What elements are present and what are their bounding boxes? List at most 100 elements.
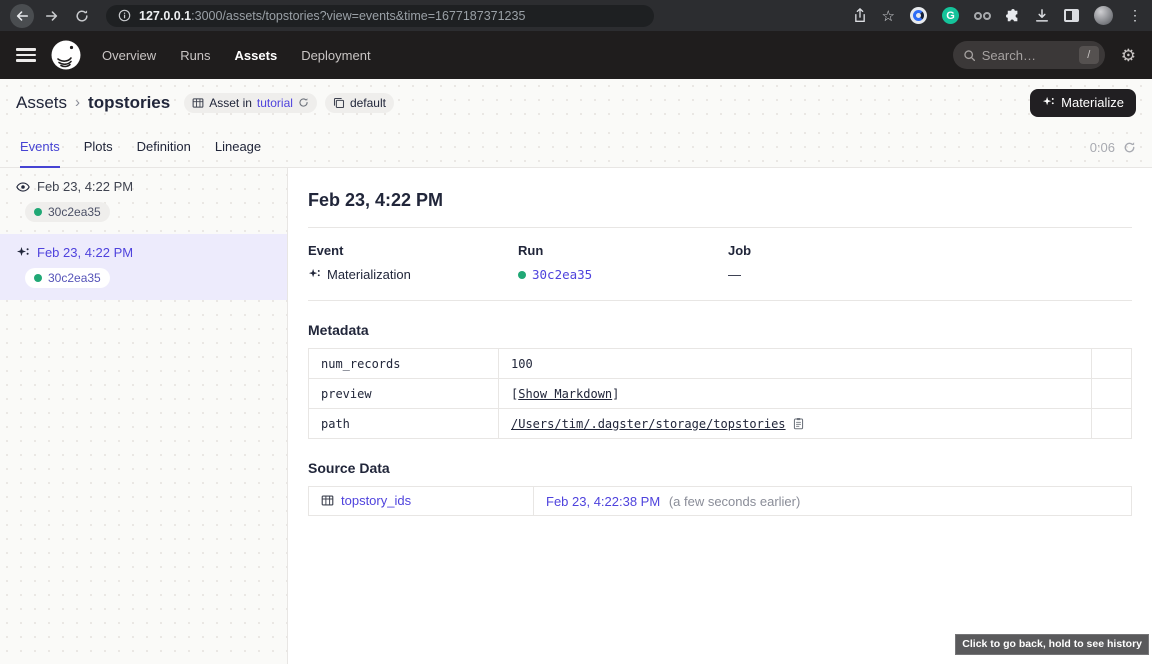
extensions-puzzle-icon[interactable] <box>1006 9 1020 23</box>
asset-job-tag-prefix: Asset in <box>209 96 252 110</box>
asset-group-tag[interactable]: default <box>325 93 394 113</box>
breadcrumb-assets-link[interactable]: Assets <box>16 93 67 113</box>
search-input[interactable]: Search… / <box>953 41 1105 69</box>
source-time-cell: Feb 23, 4:22:38 PM (a few seconds earlie… <box>534 487 1132 516</box>
event-timestamp: Feb 23, 4:22 PM <box>37 245 133 260</box>
extension-grammarly-icon[interactable]: G <box>942 7 959 24</box>
materialize-button[interactable]: Materialize <box>1030 89 1136 117</box>
share-icon[interactable] <box>853 8 867 23</box>
tab-events[interactable]: Events <box>20 139 60 168</box>
browser-reload-button[interactable] <box>70 4 94 28</box>
event-list-item-materialization[interactable]: Feb 23, 4:22 PM 30c2ea35 <box>0 234 287 300</box>
source-timestamp[interactable]: Feb 23, 4:22:38 PM <box>546 494 660 509</box>
run-id: 30c2ea35 <box>48 205 101 219</box>
search-shortcut-badge: / <box>1079 46 1099 64</box>
refresh-timer: 0:06 <box>1090 140 1136 155</box>
metadata-heading: Metadata <box>308 322 1132 338</box>
event-type-value: Materialization <box>327 267 411 282</box>
copy-stack-icon <box>333 97 345 109</box>
browser-chrome: 127.0.0.1:3000/assets/topstories?view=ev… <box>0 0 1152 31</box>
site-info-icon[interactable] <box>118 9 131 22</box>
run-id-tag[interactable]: 30c2ea35 <box>25 268 110 288</box>
extension-icon-1[interactable] <box>910 7 927 24</box>
job-value: — <box>728 267 741 282</box>
browser-menu-icon[interactable]: ⋮ <box>1128 7 1142 24</box>
event-detail-panel: Feb 23, 4:22 PM Event Materialization Ru… <box>288 168 1152 664</box>
tab-plots[interactable]: Plots <box>84 139 113 168</box>
materialize-button-label: Materialize <box>1061 95 1124 110</box>
bookmark-star-icon[interactable]: ☆ <box>882 7 895 25</box>
table-grid-icon <box>192 97 204 109</box>
metadata-spacer-cell <box>1092 379 1132 409</box>
search-placeholder: Search… <box>982 48 1073 63</box>
table-row: path /Users/tim/.dagster/storage/topstor… <box>309 409 1132 439</box>
metadata-key: num_records <box>309 349 499 379</box>
event-detail-title: Feb 23, 4:22 PM <box>308 190 1132 211</box>
url-path: :3000/assets/topstories?view=events&time… <box>191 9 525 23</box>
metadata-key: preview <box>309 379 499 409</box>
table-row: topstory_ids Feb 23, 4:22:38 PM (a few s… <box>309 487 1132 516</box>
url-bar[interactable]: 127.0.0.1:3000/assets/topstories?view=ev… <box>106 5 654 27</box>
metadata-spacer-cell <box>1092 349 1132 379</box>
metadata-table: num_records 100 preview [Show Markdown] … <box>308 348 1132 439</box>
refresh-countdown: 0:06 <box>1090 140 1115 155</box>
run-status-dot <box>518 271 526 279</box>
divider <box>308 300 1132 301</box>
nav-item-runs[interactable]: Runs <box>180 48 210 63</box>
gear-icon[interactable]: ⚙ <box>1121 47 1136 64</box>
nav-links: Overview Runs Assets Deployment <box>102 48 371 63</box>
browser-profile-avatar[interactable] <box>1094 6 1113 25</box>
side-panel-icon[interactable] <box>1064 9 1079 22</box>
path-link[interactable]: /Users/tim/.dagster/storage/topstories <box>511 417 786 431</box>
asset-job-tag-link[interactable]: tutorial <box>257 96 293 110</box>
hamburger-menu-icon[interactable] <box>16 48 36 62</box>
browser-back-tooltip: Click to go back, hold to see history <box>955 634 1149 655</box>
dagster-logo[interactable] <box>50 39 82 71</box>
sparkle-icon <box>16 246 30 260</box>
table-row: num_records 100 <box>309 349 1132 379</box>
tab-lineage[interactable]: Lineage <box>215 139 261 168</box>
event-column-label: Event <box>308 243 518 258</box>
run-column-label: Run <box>518 243 728 258</box>
breadcrumb: Assets › topstories <box>16 93 170 113</box>
source-relative-time: (a few seconds earlier) <box>669 494 801 509</box>
eye-icon <box>16 180 30 194</box>
nav-item-overview[interactable]: Overview <box>102 48 156 63</box>
asset-tabs: Events Plots Definition Lineage 0:06 <box>0 126 1152 168</box>
app-navbar: Overview Runs Assets Deployment Search… … <box>0 31 1152 79</box>
browser-back-button[interactable] <box>10 4 34 28</box>
extension-goggles-icon[interactable] <box>974 12 991 20</box>
source-data-table: topstory_ids Feb 23, 4:22:38 PM (a few s… <box>308 486 1132 516</box>
table-grid-icon <box>321 494 334 507</box>
refresh-icon[interactable] <box>298 97 309 108</box>
show-markdown-link[interactable]: Show Markdown <box>518 387 612 401</box>
event-timestamp: Feb 23, 4:22 PM <box>37 179 133 194</box>
forward-arrow-icon <box>45 9 59 23</box>
metadata-value: [Show Markdown] <box>499 379 1092 409</box>
source-asset-link[interactable]: topstory_ids <box>321 493 411 508</box>
asset-job-tag[interactable]: Asset in tutorial <box>184 93 317 113</box>
tab-definition[interactable]: Definition <box>137 139 191 168</box>
back-arrow-icon <box>15 9 29 23</box>
refresh-icon[interactable] <box>1123 141 1136 154</box>
nav-item-deployment[interactable]: Deployment <box>301 48 370 63</box>
run-id-tag[interactable]: 30c2ea35 <box>25 202 110 222</box>
source-asset-cell: topstory_ids <box>309 487 534 516</box>
run-id-link[interactable]: 30c2ea35 <box>532 267 592 282</box>
clipboard-icon[interactable] <box>792 417 805 430</box>
reload-icon <box>75 9 89 23</box>
asset-group-tag-label: default <box>350 96 386 110</box>
metadata-key: path <box>309 409 499 439</box>
download-icon[interactable] <box>1035 9 1049 23</box>
sparkle-icon <box>1042 96 1055 109</box>
event-column: Event Materialization <box>308 243 518 282</box>
url-text: 127.0.0.1:3000/assets/topstories?view=ev… <box>139 9 525 23</box>
metadata-value: 100 <box>499 349 1092 379</box>
nav-item-assets[interactable]: Assets <box>235 48 278 63</box>
breadcrumb-current-asset: topstories <box>88 93 170 113</box>
bracket: ] <box>612 387 619 401</box>
event-list-item-observation[interactable]: Feb 23, 4:22 PM 30c2ea35 <box>0 168 287 234</box>
browser-forward-button[interactable] <box>40 4 64 28</box>
run-column: Run 30c2ea35 <box>518 243 728 282</box>
sparkle-icon <box>308 268 321 281</box>
